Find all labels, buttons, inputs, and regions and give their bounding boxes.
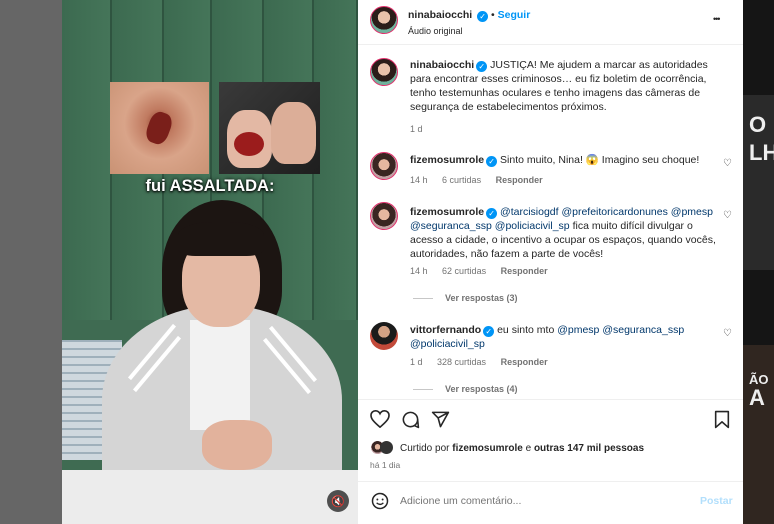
- caption-time: 1 d: [410, 124, 423, 134]
- heart-icon[interactable]: ♡: [723, 210, 732, 221]
- comment-meta: 14 h 6 curtidas Responder: [410, 175, 555, 185]
- view-replies-button[interactable]: Ver respostas (3): [413, 293, 518, 303]
- post-video[interactable]: fui ASSALTADA: 🔇: [62, 0, 358, 524]
- reply-button[interactable]: Responder: [501, 357, 548, 367]
- wall: [314, 0, 358, 320]
- backdrop-left: [0, 0, 62, 524]
- avatar[interactable]: [370, 202, 398, 230]
- avatar[interactable]: [370, 322, 398, 350]
- comment-time: 14 h: [410, 266, 428, 276]
- liked-by-others[interactable]: outras 147 mil pessoas: [534, 443, 644, 454]
- username-link[interactable]: ninabaiocchi: [410, 59, 474, 71]
- verified-icon: ✓: [483, 326, 495, 337]
- mention-link[interactable]: @seguranca_ssp: [602, 324, 684, 336]
- post-header: ninabaiocchi ✓ • Seguir: [408, 9, 531, 22]
- more-options-icon[interactable]: •••: [713, 14, 721, 24]
- comment-time: 14 h: [410, 175, 428, 185]
- backdrop-text: O: [749, 112, 767, 137]
- divider: [358, 399, 743, 400]
- post-caption: ninabaiocchi ✓ JUSTIÇA! Me ajudem a marca…: [410, 58, 728, 114]
- speaker-muted-icon: 🔇: [331, 495, 345, 508]
- comment-text: fica muito difícil: [569, 220, 645, 232]
- avatar[interactable]: [370, 152, 398, 180]
- backdrop-right: O LH ÃO A: [743, 0, 774, 524]
- mention-link[interactable]: @pmesp: [557, 324, 599, 336]
- wall: [62, 0, 112, 320]
- liked-by-text: Curtido por fizemosumrole e outras 147 m…: [400, 443, 644, 454]
- comment-text: eu sinto mto: [497, 324, 558, 336]
- comment-likes[interactable]: 62 curtidas: [442, 266, 486, 276]
- avatar: [380, 441, 393, 454]
- view-replies-label: Ver respostas (3): [445, 293, 518, 303]
- table: [62, 470, 358, 524]
- reply-button[interactable]: Responder: [496, 175, 543, 185]
- comment: fizemosumrole ✓ Sinto muito, Nina! 😱 Imag…: [410, 153, 710, 167]
- comment-icon[interactable]: [401, 410, 420, 429]
- comment-likes[interactable]: 328 curtidas: [437, 357, 486, 367]
- username-link[interactable]: fizemosumrole: [410, 154, 484, 166]
- bangs: [178, 222, 264, 256]
- divider: [358, 481, 743, 482]
- wound-photo: [110, 82, 209, 174]
- reply-button[interactable]: Responder: [501, 266, 548, 276]
- comment-input[interactable]: [400, 492, 680, 510]
- comment-time: 1 d: [410, 357, 423, 367]
- share-icon[interactable]: [431, 410, 450, 429]
- avatar[interactable]: [370, 6, 398, 34]
- comment-meta: 1 d 328 curtidas Responder: [410, 357, 560, 367]
- verified-icon: ✓: [477, 11, 489, 22]
- audio-label[interactable]: Áudio original: [408, 26, 463, 36]
- liked-by-user[interactable]: fizemosumrole: [452, 443, 523, 454]
- heart-icon[interactable]: ♡: [723, 328, 732, 339]
- comment: vittorfernando ✓ eu sinto mto @pmesp @seg…: [410, 323, 710, 351]
- video-caption: fui ASSALTADA:: [145, 177, 275, 195]
- mute-button[interactable]: 🔇: [327, 490, 349, 512]
- shirt: [190, 320, 250, 430]
- username-link[interactable]: fizemosumrole: [410, 206, 484, 218]
- comment: fizemosumrole ✓ @tarcisiogdf @prefeitoric…: [410, 205, 718, 261]
- verified-icon: ✓: [476, 61, 488, 72]
- mention-link[interactable]: @policiacivil_sp: [410, 338, 485, 350]
- heart-icon[interactable]: ♡: [723, 158, 732, 169]
- avatar[interactable]: [370, 58, 398, 86]
- divider: [358, 44, 743, 45]
- username-link[interactable]: ninabaiocchi: [408, 9, 472, 21]
- follow-button[interactable]: Seguir: [498, 9, 531, 21]
- post-comment-button[interactable]: Postar: [700, 495, 733, 507]
- username-link[interactable]: vittorfernando: [410, 324, 481, 336]
- view-replies-button[interactable]: Ver respostas (4): [413, 384, 518, 394]
- mention-link[interactable]: @tarcisiogdf @prefeitoricardonunes: [500, 206, 668, 218]
- backdrop-text: LH: [749, 140, 774, 165]
- post-panel: ninabaiocchi ✓ • Seguir Áudio original •…: [358, 0, 743, 524]
- like-heart-icon[interactable]: [370, 410, 390, 428]
- post-time: há 1 dia: [370, 460, 401, 470]
- view-replies-label: Ver respostas (4): [445, 384, 518, 394]
- verified-icon: ✓: [486, 156, 498, 167]
- emoji-icon[interactable]: [371, 492, 389, 510]
- injured-hands-photo: [219, 82, 320, 174]
- liked-by-mid: e: [522, 443, 534, 454]
- verified-icon: ✓: [486, 208, 498, 219]
- comment-likes[interactable]: 6 curtidas: [442, 175, 481, 185]
- comment-text: Sinto muito, Nina! 😱 Imagino seu choque!: [500, 154, 700, 166]
- liked-by-prefix: Curtido por: [400, 443, 453, 454]
- backdrop-text: A: [749, 385, 765, 410]
- bookmark-icon[interactable]: [714, 410, 730, 429]
- comment-meta: 14 h 62 curtidas Responder: [410, 266, 560, 276]
- hands: [202, 420, 272, 470]
